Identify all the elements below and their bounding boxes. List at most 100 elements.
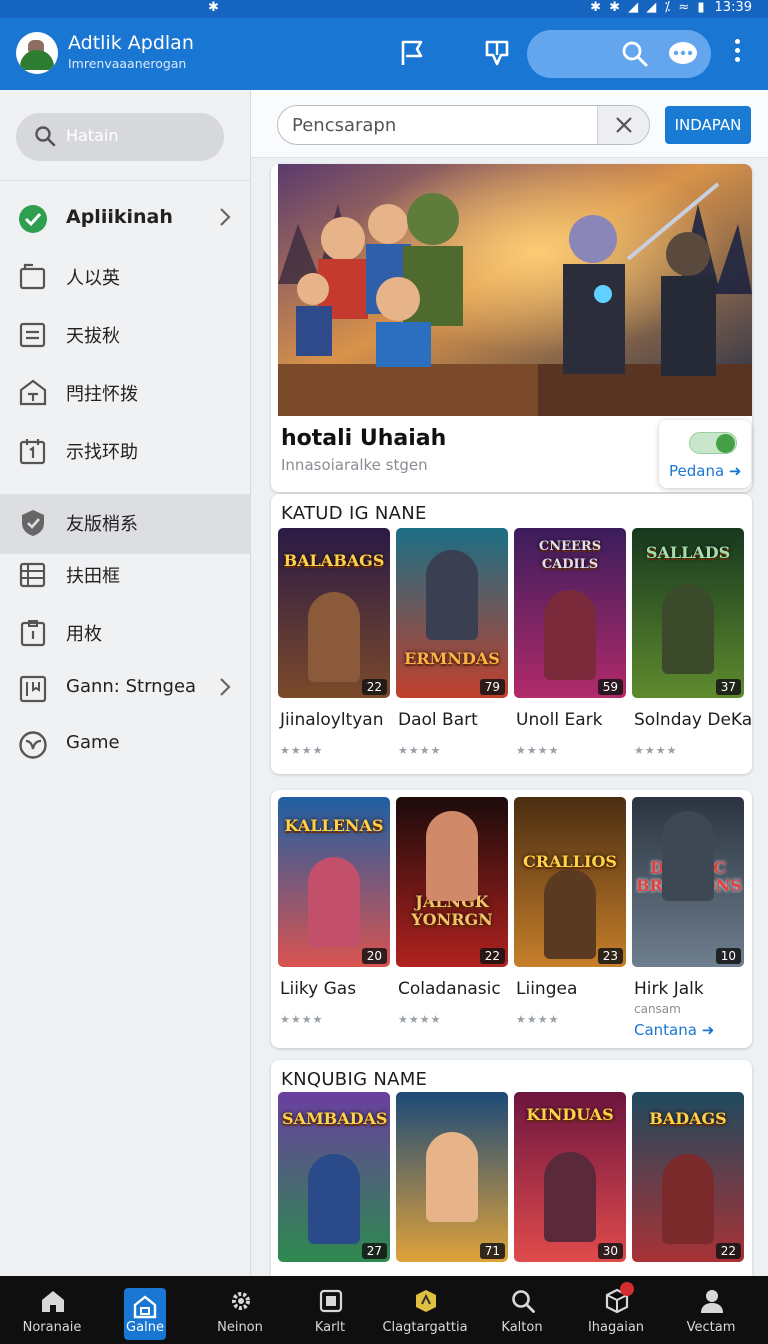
section-title: KATUD IG NANE <box>281 503 427 524</box>
bottom-nav-vectam[interactable]: Vectam <box>663 1276 759 1344</box>
game-name: Solnday DeKay <box>634 710 752 730</box>
calendar-icon <box>19 439 46 465</box>
sidebar-item-label: 示找环助 <box>66 442 138 463</box>
game-badge: 27 <box>361 1243 387 1259</box>
globe-icon <box>19 731 47 759</box>
bottom-nav-galne[interactable]: Galne <box>124 1288 166 1340</box>
game-cover: KINDUAS 30 <box>514 1092 626 1262</box>
game-badge: 23 <box>597 948 623 964</box>
clipboard-icon <box>20 620 46 647</box>
chat-icon[interactable] <box>667 40 699 68</box>
featured-title: hotali Uhaiah <box>281 426 447 451</box>
game-name: Coladanasic <box>398 979 501 999</box>
game-cover: SAMBADAS 27 <box>278 1092 390 1262</box>
sidebar-item-7[interactable]: 扶田框 <box>0 546 251 604</box>
chevron-right-icon <box>220 208 231 226</box>
sidebar-item-8[interactable]: 用枚 <box>0 604 251 662</box>
game-badge: 20 <box>361 948 387 964</box>
status-bar: ✱ ✱ ✱ ◢ ◢ ⁒ ≈ ▮ 13:39 <box>0 0 768 18</box>
sidebar-item-4[interactable]: 閂拄怀拨 <box>0 364 251 422</box>
user-icon <box>701 1290 723 1313</box>
game-name: Unoll Eark <box>516 710 603 730</box>
sidebar-item-6[interactable]: 友版梢系 <box>0 494 251 554</box>
game-cover: CNEERS CADILS 59 <box>514 528 626 698</box>
sidebar-item-label: Apliikinah <box>66 206 173 228</box>
game-name: Hirk Jalk <box>634 979 704 999</box>
table-icon <box>19 562 46 588</box>
sidebar-item-5[interactable]: 示找环助 <box>0 422 251 480</box>
game-cover: DRINOC BROSKONS 10 <box>632 797 744 967</box>
search-icon <box>512 1290 535 1313</box>
game-badge: 22 <box>715 1243 741 1259</box>
sidebar-item-label: Gann: Strngea <box>66 676 197 697</box>
box-icon <box>319 1289 343 1313</box>
app-title: Adtlik Apdlan <box>68 32 194 54</box>
sidebar-item-2[interactable]: 人以英 <box>0 248 251 306</box>
flag-icon[interactable] <box>398 38 428 68</box>
search-input[interactable] <box>277 105 650 145</box>
sidebar-search[interactable]: Hatain <box>16 113 224 161</box>
search-submit-button[interactable]: INDAPAN <box>665 106 751 144</box>
app-subtitle: Imrenvaaanerogan <box>68 56 187 71</box>
badge-icon <box>416 1290 436 1312</box>
store-icon <box>133 1295 157 1319</box>
sidebar-item-label: 人以英 <box>66 268 120 289</box>
clock: 13:39 <box>714 0 752 15</box>
featured-toggle-card: Pedana ➜ <box>659 420 751 488</box>
sidebar-item-3[interactable]: 天拔秋 <box>0 306 251 364</box>
search-chat-pill[interactable] <box>527 30 711 78</box>
bottom-nav-neinon[interactable]: Neinon <box>192 1276 288 1344</box>
game-cover: JALNGK YONRGN 22 <box>396 797 508 967</box>
game-badge: 30 <box>597 1243 623 1259</box>
game-section-2: KALLENAS 20 Liiky Gas ★★★★ JALNGK YONRGN… <box>271 790 752 1048</box>
game-rating: ★★★★ <box>280 744 324 757</box>
game-badge: 79 <box>479 679 505 695</box>
sidebar-item-apliikinah[interactable]: Apliikinah <box>0 190 251 248</box>
search-icon <box>35 126 56 147</box>
bluetooth-icon: ✱ <box>208 0 219 15</box>
sidebar-item-gann-strngea[interactable]: Gann: Strngea <box>0 660 251 718</box>
game-rating: ★★★★ <box>516 1013 560 1026</box>
home-icon <box>19 379 47 406</box>
bottom-nav-karlt[interactable]: Karlt <box>282 1276 378 1344</box>
featured-more-link[interactable]: Pedana ➜ <box>669 462 742 480</box>
section-title: KNQUBIG NAME <box>281 1069 428 1090</box>
search-icon[interactable] <box>621 40 649 68</box>
app-bar: Adtlik Apdlan Imrenvaaanerogan <box>0 18 768 90</box>
sidebar-item-game[interactable]: Game <box>0 716 251 774</box>
gear-icon <box>232 1292 250 1310</box>
game-badge: 37 <box>715 679 741 695</box>
game-cover: ERMNDAS 79 <box>396 528 508 698</box>
sidebar-item-label: 閂拄怀拨 <box>66 384 138 405</box>
clear-button[interactable] <box>597 106 649 144</box>
game-badge: 71 <box>479 1243 505 1259</box>
game-rating: ★★★★ <box>280 1013 324 1026</box>
status-icons: ✱ ✱ ◢ ◢ ⁒ ≈ ▮ 13:39 <box>590 0 752 15</box>
game-rating: ★★★★ <box>398 744 442 757</box>
sidebar-item-label: 扶田框 <box>66 566 120 587</box>
divider <box>0 180 251 181</box>
game-more-link[interactable]: Cantana ➜ <box>634 1021 714 1039</box>
featured-banner-image <box>278 164 752 416</box>
game-name: Daol Bart <box>398 710 478 730</box>
check-circle-icon <box>19 205 47 233</box>
featured-toggle[interactable] <box>689 432 737 454</box>
game-rating: ★★★★ <box>634 744 678 757</box>
bottom-nav-home[interactable]: Noranaie <box>4 1276 100 1344</box>
bottom-nav-clagtargattia[interactable]: Clagtargattia <box>377 1276 473 1344</box>
game-cover: BADAGS 22 <box>632 1092 744 1262</box>
bottom-nav-ihagaian[interactable]: Ihagaian <box>568 1276 664 1344</box>
more-icon[interactable] <box>730 36 744 72</box>
game-badge: 10 <box>715 948 741 964</box>
bottom-nav-kalton[interactable]: Kalton <box>474 1276 570 1344</box>
sidebar-search-placeholder: Hatain <box>66 126 119 145</box>
game-cover: SALLADS 37 <box>632 528 744 698</box>
close-icon <box>616 117 632 133</box>
bookmark-icon[interactable] <box>482 38 512 68</box>
game-badge: 22 <box>479 948 505 964</box>
sidebar-item-label: 用枚 <box>66 624 102 645</box>
featured-subtitle: Innasoiaralke stgen <box>281 456 428 474</box>
home-icon <box>42 1291 64 1312</box>
game-meta: cansam <box>634 1002 681 1016</box>
game-section-3: KNQUBIG NAME SAMBADAS 27 71 KINDUAS 30 B… <box>271 1060 752 1290</box>
